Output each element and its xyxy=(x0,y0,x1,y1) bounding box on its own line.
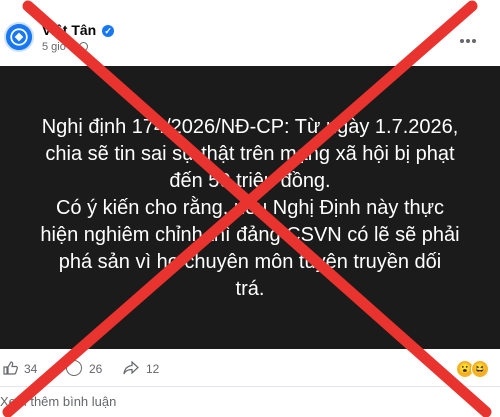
more-options-icon[interactable] xyxy=(460,30,478,43)
see-more-comments-link[interactable]: Xem thêm bình luận xyxy=(0,394,116,409)
share-icon[interactable] xyxy=(123,361,139,375)
author-name-text[interactable]: Việt Tân xyxy=(42,22,96,38)
author-name[interactable]: Việt Tân ✓ xyxy=(42,22,115,38)
comment-icon[interactable] xyxy=(66,360,82,376)
post-content-box: Nghị định 174/2026/NĐ-CP: Từ ngày 1.7.20… xyxy=(0,66,500,349)
like-count[interactable]: 34 xyxy=(24,362,37,376)
reaction-emoji-icon: 😆 xyxy=(471,360,489,378)
reactions-bar: 34 26 12 😮 😆 xyxy=(0,352,500,384)
share-count[interactable]: 12 xyxy=(146,362,159,376)
like-icon[interactable] xyxy=(2,360,18,376)
page-avatar[interactable] xyxy=(4,22,34,52)
reaction-summary[interactable]: 😮 😆 xyxy=(456,360,494,378)
post-header: Việt Tân ✓ 5 giờ · xyxy=(0,0,500,66)
globe-icon xyxy=(78,42,88,51)
page-logo-icon xyxy=(6,24,32,50)
post-text: Nghị định 174/2026/NĐ-CP: Từ ngày 1.7.20… xyxy=(40,116,460,300)
verified-icon: ✓ xyxy=(102,25,115,37)
post-meta: 5 giờ · xyxy=(42,41,88,53)
post-time[interactable]: 5 giờ · xyxy=(42,41,74,53)
divider xyxy=(0,386,500,387)
comment-count[interactable]: 26 xyxy=(89,362,102,376)
